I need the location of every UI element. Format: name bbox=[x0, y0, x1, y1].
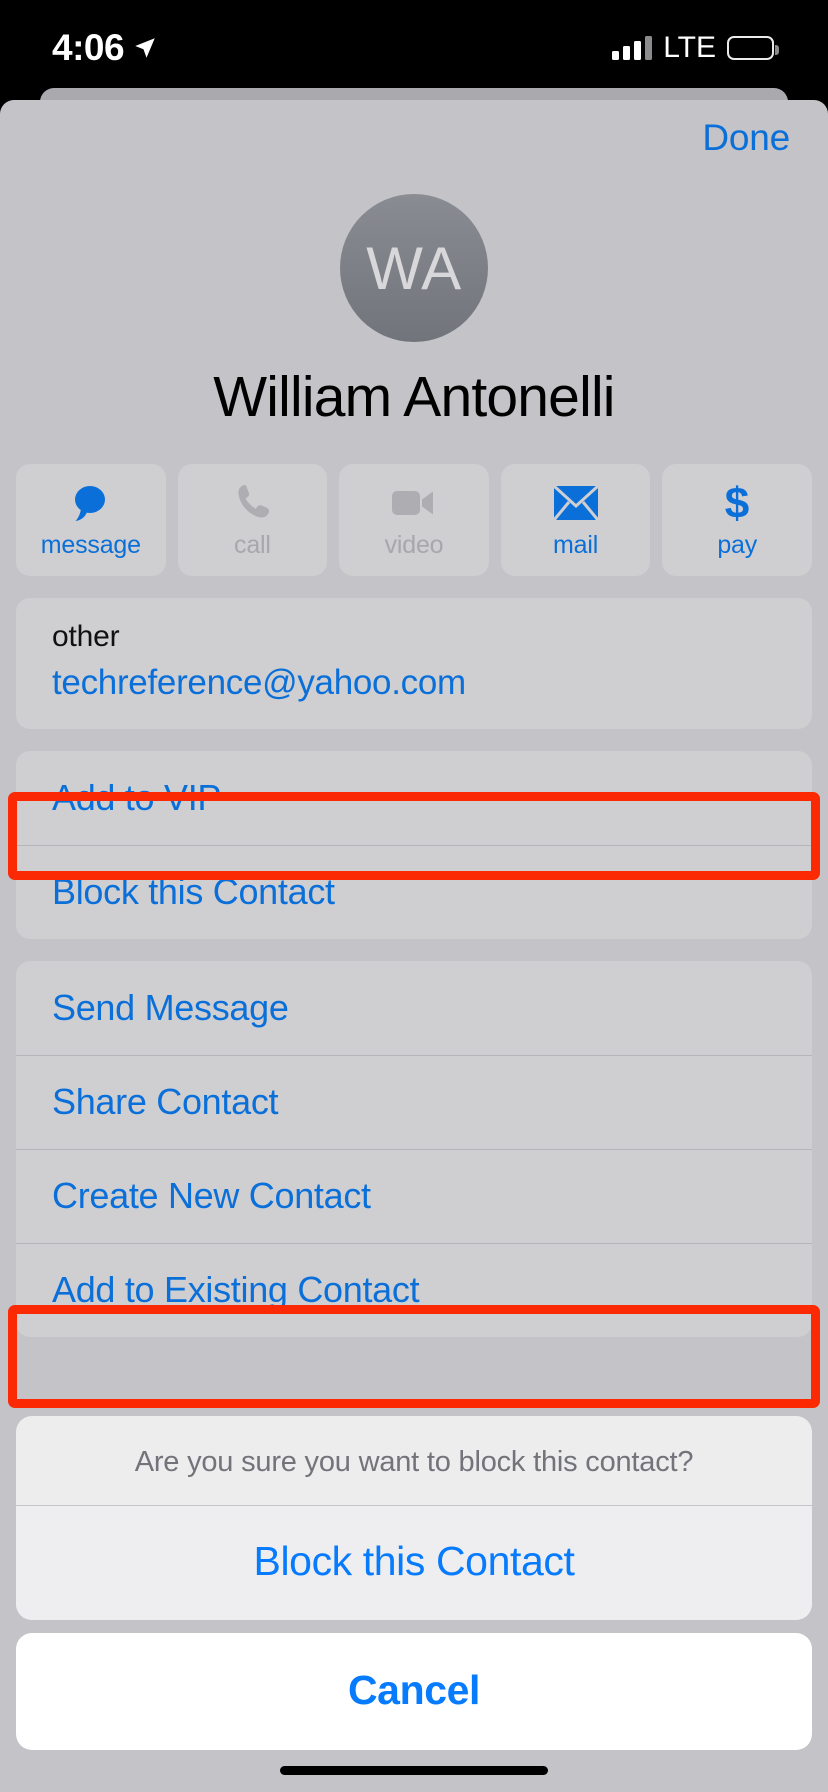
status-bar-left: 4:06 bbox=[52, 27, 158, 69]
message-bubble-icon bbox=[69, 480, 113, 526]
contact-detail-sheet: Done WA William Antonelli message call v… bbox=[0, 100, 828, 1792]
action-label-pay: pay bbox=[717, 531, 758, 559]
send-message-button[interactable]: Send Message bbox=[16, 961, 812, 1055]
action-button-call[interactable]: call bbox=[177, 464, 328, 576]
avatar[interactable]: WA bbox=[340, 194, 488, 342]
action-sheet-block-button[interactable]: Block this Contact bbox=[16, 1505, 812, 1620]
quick-actions-row: message call video mail $ pay bbox=[0, 464, 828, 576]
action-button-mail[interactable]: mail bbox=[500, 464, 651, 576]
avatar-container: WA bbox=[0, 194, 828, 342]
video-camera-icon bbox=[390, 480, 438, 526]
status-bar-right: LTE bbox=[612, 31, 779, 65]
block-confirmation-action-sheet: Are you sure you want to block this cont… bbox=[16, 1416, 812, 1750]
phone-icon bbox=[232, 480, 272, 526]
action-sheet-card: Are you sure you want to block this cont… bbox=[16, 1416, 812, 1620]
email-group: other techreference@yahoo.com bbox=[16, 598, 812, 729]
sheet-navbar: Done bbox=[0, 100, 828, 176]
action-button-message[interactable]: message bbox=[16, 464, 166, 576]
action-sheet-title: Are you sure you want to block this cont… bbox=[134, 1446, 694, 1478]
add-to-vip-button[interactable]: Add to VIP bbox=[16, 751, 812, 845]
dollar-sign-icon: $ bbox=[722, 480, 752, 526]
signal-bars-icon bbox=[612, 36, 653, 60]
share-contact-button[interactable]: Share Contact bbox=[16, 1055, 812, 1149]
avatar-initials: WA bbox=[366, 234, 462, 302]
add-to-existing-contact-button[interactable]: Add to Existing Contact bbox=[16, 1243, 812, 1337]
battery-icon bbox=[727, 36, 779, 60]
phone-screen: 4:06 LTE Done WA William Antonelli messa… bbox=[0, 0, 828, 1792]
svg-text:$: $ bbox=[725, 480, 749, 526]
block-this-contact-button[interactable]: Block this Contact bbox=[16, 845, 812, 939]
status-bar: 4:06 LTE bbox=[0, 0, 828, 96]
create-new-contact-button[interactable]: Create New Contact bbox=[16, 1149, 812, 1243]
action-label-call: call bbox=[234, 531, 271, 559]
contact-name: William Antonelli bbox=[213, 365, 615, 429]
action-button-video[interactable]: video bbox=[339, 464, 489, 576]
status-bar-time: 4:06 bbox=[52, 27, 125, 68]
location-arrow-icon bbox=[135, 38, 155, 58]
action-sheet-cancel-button[interactable]: Cancel bbox=[16, 1633, 812, 1750]
home-indicator bbox=[280, 1766, 548, 1775]
action-label-mail: mail bbox=[553, 531, 599, 559]
action-label-message: message bbox=[40, 531, 141, 559]
envelope-icon bbox=[552, 480, 599, 526]
action-label-video: video bbox=[384, 531, 444, 559]
action-button-pay[interactable]: $ pay bbox=[662, 464, 812, 576]
done-button[interactable]: Done bbox=[702, 117, 790, 159]
vip-block-group: Add to VIP Block this Contact bbox=[16, 751, 812, 939]
email-row[interactable]: other techreference@yahoo.com bbox=[16, 598, 812, 729]
more-actions-group: Send Message Share Contact Create New Co… bbox=[16, 961, 812, 1337]
email-value[interactable]: techreference@yahoo.com bbox=[52, 663, 776, 703]
network-type-label: LTE bbox=[663, 31, 716, 64]
email-label: other bbox=[52, 620, 120, 653]
